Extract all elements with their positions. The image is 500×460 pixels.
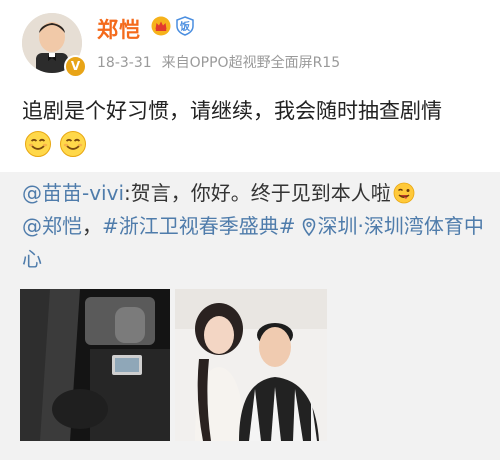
repost-box[interactable]: @苗苗-vivi:贺言，你好。终于见到本人啦 @郑恺，#浙江卫视春季盛典# 深圳·深…	[0, 172, 500, 460]
repost-author-link[interactable]: @苗苗-vivi	[22, 181, 124, 205]
emoji-row	[24, 130, 89, 162]
location-pin-icon	[302, 218, 315, 236]
car-photo-image	[20, 289, 170, 441]
topic-link[interactable]: #浙江卫视春季盛典#	[102, 214, 296, 238]
selfie-photo-image	[175, 289, 327, 441]
post-source: 来自OPPO超视野全面屏R15	[161, 55, 341, 71]
wink-emoji-icon	[393, 182, 415, 204]
selfie-photo[interactable]	[175, 289, 327, 441]
post-time[interactable]: 18-3-31	[97, 55, 152, 71]
repost-body: :贺言，你好。终于见到本人啦	[124, 181, 391, 205]
mention-link[interactable]: @郑恺	[22, 214, 82, 238]
car-photo[interactable]	[20, 289, 170, 441]
fan-club-icon[interactable]: 饭	[175, 16, 195, 36]
svg-text:饭: 饭	[179, 20, 190, 33]
crown-icon[interactable]	[151, 16, 171, 36]
verified-v-icon: V	[64, 55, 87, 78]
username[interactable]: 郑恺	[97, 14, 141, 44]
weibo-post: V 郑恺 饭 18-3-31 来自OPPO超视野全面屏R15 追剧是个好习惯，请继…	[0, 0, 500, 460]
smile-emoji-icon	[60, 131, 87, 157]
post-text: 追剧是个好习惯，请继续，我会随时抽查剧情	[22, 99, 442, 123]
smile-emoji-icon	[25, 131, 51, 157]
post-meta: 18-3-31 来自OPPO超视野全面屏R15	[97, 52, 340, 72]
separator: ，	[82, 214, 102, 238]
repost-text: @苗苗-vivi:贺言，你好。终于见到本人啦 @郑恺，#浙江卫视春季盛典# 深圳·深…	[22, 177, 487, 276]
